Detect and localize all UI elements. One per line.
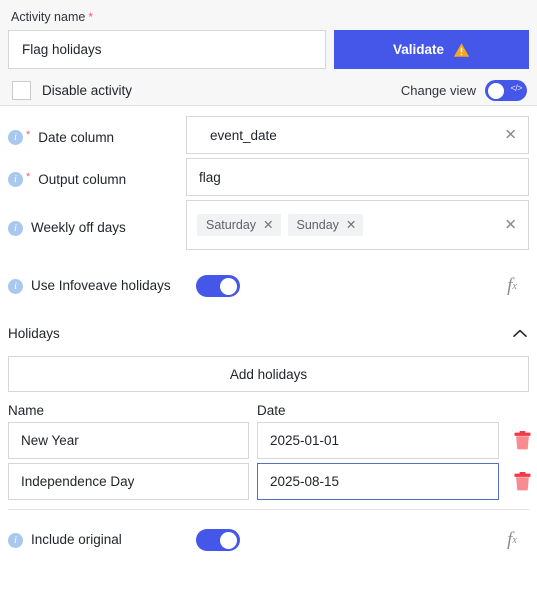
column-header-name: Name [8,403,45,418]
required-marker: * [26,171,31,183]
activity-name-row: Flag holidays Validate [8,30,529,69]
disable-activity-label: Disable activity [42,83,133,98]
include-original-label-text: Include original [31,532,122,548]
holiday-row: New Year 2025-01-01 [0,422,537,459]
close-icon[interactable]: ✕ [263,219,273,232]
date-column-label: i * Date column [8,116,186,146]
output-column-input[interactable]: flag [186,158,529,196]
validate-button[interactable]: Validate [334,30,529,69]
activity-name-label: Activity name * [11,10,529,24]
add-holidays-button-label: Add holidays [229,366,308,382]
info-icon[interactable]: i [8,221,23,236]
add-holidays-button[interactable]: Add holidays [8,356,529,392]
chip-sunday[interactable]: Sunday ✕ [287,214,364,236]
chip-label: Saturday [206,218,257,232]
use-infoveave-holidays-label-text: Use Infoveave holidays [31,278,171,294]
fx-icon[interactable]: fx [495,258,529,314]
chevron-up-icon[interactable] [513,329,527,338]
weekly-off-days-control: Saturday ✕ Sunday ✕ ✕ [186,200,529,250]
validate-button-label: Validate [392,42,445,57]
toggle-knob [488,82,504,99]
change-view-control: Change view </> [401,80,527,101]
weekly-off-days-multiselect[interactable]: Saturday ✕ Sunday ✕ ✕ [186,200,529,250]
disable-activity-checkbox[interactable]: Disable activity [12,81,132,100]
required-marker: * [26,129,31,141]
field-date-column: i * Date column event_date ✕ [0,116,537,154]
date-column-value: event_date [210,127,277,143]
section-divider [8,509,529,510]
toggle-knob [220,277,237,295]
holiday-name-input[interactable]: Independence Day [8,463,249,500]
trash-icon [514,431,530,450]
close-icon[interactable]: ✕ [504,128,517,143]
field-include-original: i Include original fx [0,512,537,568]
checkbox-box-icon [12,81,31,100]
delete-holiday-button[interactable] [499,472,537,491]
fx-icon[interactable]: fx [495,512,529,568]
use-infoveave-holidays-control [186,258,495,314]
use-infoveave-holidays-label: i Use Infoveave holidays [8,258,186,314]
toggle-knob [220,531,237,549]
weekly-off-days-label-text: Weekly off days [31,220,126,236]
activity-name-input[interactable]: Flag holidays [8,30,326,69]
date-column-label-text: Date column [38,130,115,145]
code-glyph-icon: </> [510,83,522,93]
holiday-date-value: 2025-01-01 [270,433,340,448]
close-icon[interactable]: ✕ [346,219,356,232]
include-original-label: i Include original [8,512,186,568]
activity-name-label-text: Activity name [11,10,86,24]
trash-icon [514,472,530,491]
output-column-label: i * Output column [8,158,186,188]
field-use-infoveave-holidays: i Use Infoveave holidays fx [0,258,537,314]
output-column-label-text: Output column [38,172,127,187]
header-section: Activity name * Flag holidays Validate D… [0,0,537,106]
field-output-column: i * Output column flag [0,158,537,196]
column-header-date: Date [257,403,286,418]
required-marker: * [88,10,94,24]
holiday-name-input[interactable]: New Year [8,422,249,459]
weekly-off-days-label: i Weekly off days [8,200,186,256]
close-icon[interactable]: ✕ [504,218,517,233]
activity-name-value: Flag holidays [22,42,102,57]
holidays-table-header: Name Date [0,403,537,418]
info-icon[interactable]: i [8,172,23,187]
header-options-row: Disable activity Change view </> [8,80,529,101]
info-icon[interactable]: i [8,533,23,548]
holiday-date-input[interactable]: 2025-01-01 [257,422,499,459]
holiday-date-input[interactable]: 2025-08-15 [257,463,499,500]
holiday-date-value: 2025-08-15 [270,474,340,489]
output-column-control: flag [186,158,529,196]
field-weekly-off-days: i Weekly off days Saturday ✕ Sunday ✕ ✕ [0,200,537,256]
chip-saturday[interactable]: Saturday ✕ [197,214,281,236]
output-column-value: flag [199,169,221,185]
holidays-section-header[interactable]: Holidays [0,318,537,348]
holiday-name-value: New Year [21,433,79,448]
info-icon[interactable]: i [8,279,23,294]
holiday-row: Independence Day 2025-08-15 [0,463,537,500]
delete-holiday-button[interactable] [499,431,537,450]
holiday-name-value: Independence Day [21,474,135,489]
holidays-section-title: Holidays [8,325,60,341]
include-original-control [186,512,495,568]
change-view-toggle[interactable]: </> [485,80,527,101]
info-icon[interactable]: i [8,130,23,145]
include-original-toggle[interactable] [196,529,240,551]
warning-triangle-icon [453,42,470,57]
use-infoveave-holidays-toggle[interactable] [196,275,240,297]
activity-config-panel: Activity name * Flag holidays Validate D… [0,0,537,608]
change-view-label: Change view [400,83,476,98]
date-column-control: event_date ✕ [186,116,529,154]
chip-label: Sunday [296,218,339,232]
date-column-input[interactable]: event_date ✕ [186,116,529,154]
